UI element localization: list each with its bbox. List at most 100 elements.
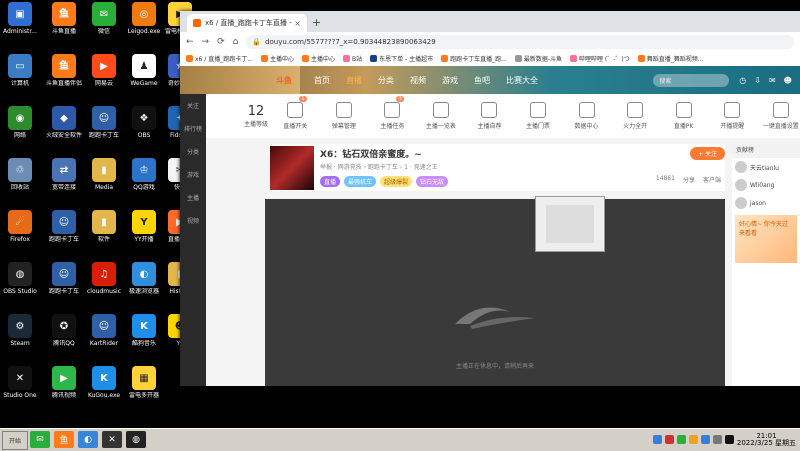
desktop-icon[interactable]: ▭ 计算机 [0, 54, 40, 87]
desktop-icon[interactable]: ▶ 腾讯视频 [44, 366, 84, 399]
room-tag[interactable]: 直播 [320, 176, 341, 187]
share-link[interactable]: 分享 [683, 175, 695, 184]
desktop-icon[interactable]: ❖ OBS [124, 106, 164, 139]
desktop-icon[interactable]: ◎ Leigod.exe [124, 2, 164, 35]
taskbar-app-icon[interactable]: ◍ [126, 431, 146, 448]
tray-icon[interactable] [724, 435, 734, 444]
anchor-tool-item[interactable]: 开播提醒 [713, 102, 752, 130]
anchor-tool-item[interactable]: 一键直播设置 [761, 102, 800, 130]
bookmark-item[interactable]: 主播中心 [301, 54, 335, 63]
left-nav-item[interactable]: 主播 [180, 186, 206, 209]
desktop-icon[interactable]: ☺ 跑跑卡丁车 [44, 210, 84, 243]
download-icon[interactable]: ⇩ [754, 76, 761, 85]
desktop-icon[interactable]: ◉ 网络 [0, 106, 40, 139]
forward-button[interactable]: → [202, 37, 210, 47]
anchor-tool-item[interactable]: 1 直播开关 [276, 96, 315, 130]
room-tag[interactable]: 钻石无敌 [416, 176, 449, 187]
tray-icon[interactable] [712, 435, 722, 444]
address-bar[interactable]: 🔒 douyu.com/5577???7_x=0.903448238900634… [246, 34, 794, 49]
desktop-icon[interactable]: ☺ 跑跑卡丁车 [44, 262, 84, 295]
desktop-icon[interactable]: ▮ Media [84, 158, 124, 191]
desktop-icon[interactable]: ♲ 回收站 [0, 158, 40, 191]
bookmark-item[interactable]: 主播中心 [260, 54, 294, 63]
anchor-tool-item[interactable]: 弹幕管理 [325, 102, 364, 130]
anchor-tool-item[interactable]: 数据中心 [567, 102, 606, 130]
left-nav-item[interactable]: 分类 [180, 140, 206, 163]
desktop-icon[interactable]: ⇄ 宽带连接 [44, 158, 84, 191]
tray-icon[interactable] [664, 435, 674, 444]
anchor-tool-item[interactable]: 火力全开 [616, 102, 655, 130]
bookmark-item[interactable]: 最新数据-斗鱼 [514, 54, 562, 63]
desktop-icon[interactable]: ▦ 雷电多开器 [124, 366, 164, 399]
new-tab-button[interactable]: + [312, 16, 321, 29]
site-nav-item[interactable]: 比赛大全 [506, 75, 538, 86]
desktop-icon[interactable]: ♫ cloudmusic [84, 262, 124, 295]
desktop-icon[interactable]: 鱼斗鱼直播伴侣 [44, 54, 84, 87]
taskbar-app-icon[interactable]: ✉ [30, 431, 50, 448]
desktop-icon[interactable]: ▶ 网易云 [84, 54, 124, 87]
site-nav-item[interactable]: 直播 [346, 75, 362, 86]
anchor-tool-item[interactable]: 直播PK [664, 102, 703, 130]
bookmark-item[interactable]: 跑跑卡丁车直播_跑... [441, 54, 507, 63]
desktop-icon[interactable]: ✕ Studio One [0, 366, 40, 399]
tray-icon[interactable] [688, 435, 698, 444]
tray-icon[interactable] [652, 435, 662, 444]
bookmark-item[interactable]: 舞蹈直播_舞蹈视频... [637, 54, 703, 63]
start-button[interactable]: 开始 [2, 431, 28, 450]
desktop-icon[interactable]: ◆ 火绒安全软件 [44, 106, 84, 139]
bookmark-item[interactable]: B站 [342, 54, 362, 63]
contributor-row[interactable]: Wli0ang [732, 176, 800, 194]
message-icon[interactable]: ✉ [769, 76, 776, 85]
anchor-tool-item[interactable]: 主播一览表 [422, 102, 461, 130]
site-search-input[interactable]: 搜索 [653, 73, 730, 87]
desktop-icon[interactable]: ☄ Firefox [0, 210, 40, 243]
desktop-icon[interactable]: ◐ 极速浏览器 [124, 262, 164, 295]
anchor-tool-item[interactable]: 3 主播任务 [373, 96, 412, 130]
taskbar-app-icon[interactable]: ✕ [102, 431, 122, 448]
anchor-tool-item[interactable]: 主播自荐 [470, 102, 509, 130]
home-button[interactable]: ⌂ [233, 37, 239, 47]
clock[interactable]: 21:01 2022/3/25 星期五 [737, 432, 796, 447]
desktop-icon[interactable]: ✉ 微信 [84, 2, 124, 35]
bookmark-item[interactable]: 哔哩哔哩 (゜-゜)つ [569, 54, 630, 63]
desktop-icon[interactable]: ▮ 软件 [84, 210, 124, 243]
video-player[interactable]: 主播正在休息中，请稍后再来 [265, 196, 753, 386]
contributor-row[interactable]: 天云tianlu [732, 158, 800, 176]
bookmark-item[interactable]: 东恩下单 - 主播超市 [370, 54, 433, 63]
history-icon[interactable]: ◷ [739, 76, 746, 85]
room-tag[interactable]: 最强机车 [344, 176, 377, 187]
desktop-icon[interactable]: ✪ 腾讯QQ [44, 314, 84, 347]
anchor-tool-item[interactable]: 主播门票 [519, 102, 558, 130]
site-nav-item[interactable]: 游戏 [442, 75, 458, 86]
desktop-icon[interactable]: ♟ WeGame [124, 54, 164, 87]
tray-icon[interactable] [700, 435, 710, 444]
desktop-icon[interactable]: ☺ KartRider [84, 314, 124, 347]
tray-icon[interactable] [676, 435, 686, 444]
right-panel-ad[interactable]: 好心情~ 你今天过来看看 [735, 215, 797, 263]
contributor-row[interactable]: jason [732, 194, 800, 212]
user-avatar-icon[interactable]: ☻ [784, 76, 792, 85]
desktop-icon[interactable]: K KuGou.exe [84, 366, 124, 399]
left-nav-item[interactable]: 视频 [180, 209, 206, 232]
desktop-icon[interactable]: ◍ OBS Studio [0, 262, 40, 295]
taskbar-app-icon[interactable]: ◐ [78, 431, 98, 448]
back-button[interactable]: ← [186, 37, 194, 47]
site-nav-item[interactable]: 视频 [410, 75, 426, 86]
desktop-icon[interactable]: Y YY开播 [124, 210, 164, 243]
left-nav-item[interactable]: 游戏 [180, 163, 206, 186]
site-nav-item[interactable]: 鱼吧 [474, 75, 490, 86]
taskbar-app-icon[interactable]: 鱼 [54, 431, 74, 448]
desktop-icon[interactable]: ▣ Administr... [0, 2, 40, 35]
reload-button[interactable]: ⟳ [217, 37, 225, 47]
site-nav-item[interactable]: 分类 [378, 75, 394, 86]
desktop-icon[interactable]: ⚙ Steam [0, 314, 40, 347]
desktop-icon[interactable]: ♔ QQ游戏 [124, 158, 164, 191]
desktop-icon[interactable]: ☺ 跑跑卡丁车 [84, 106, 124, 139]
follow-button[interactable]: + 关注 [690, 147, 725, 160]
desktop-icon[interactable]: 鱼斗鱼直播 [44, 2, 84, 35]
client-link[interactable]: 客户端 [703, 175, 721, 184]
site-nav-item[interactable]: 首页 [314, 75, 330, 86]
browser-tab[interactable]: x6 / 直播_跑跑卡丁车直播 - 斗鱼... × [187, 14, 307, 32]
anchor-avatar[interactable] [270, 146, 314, 190]
site-logo[interactable]: 斗鱼 [180, 66, 300, 94]
